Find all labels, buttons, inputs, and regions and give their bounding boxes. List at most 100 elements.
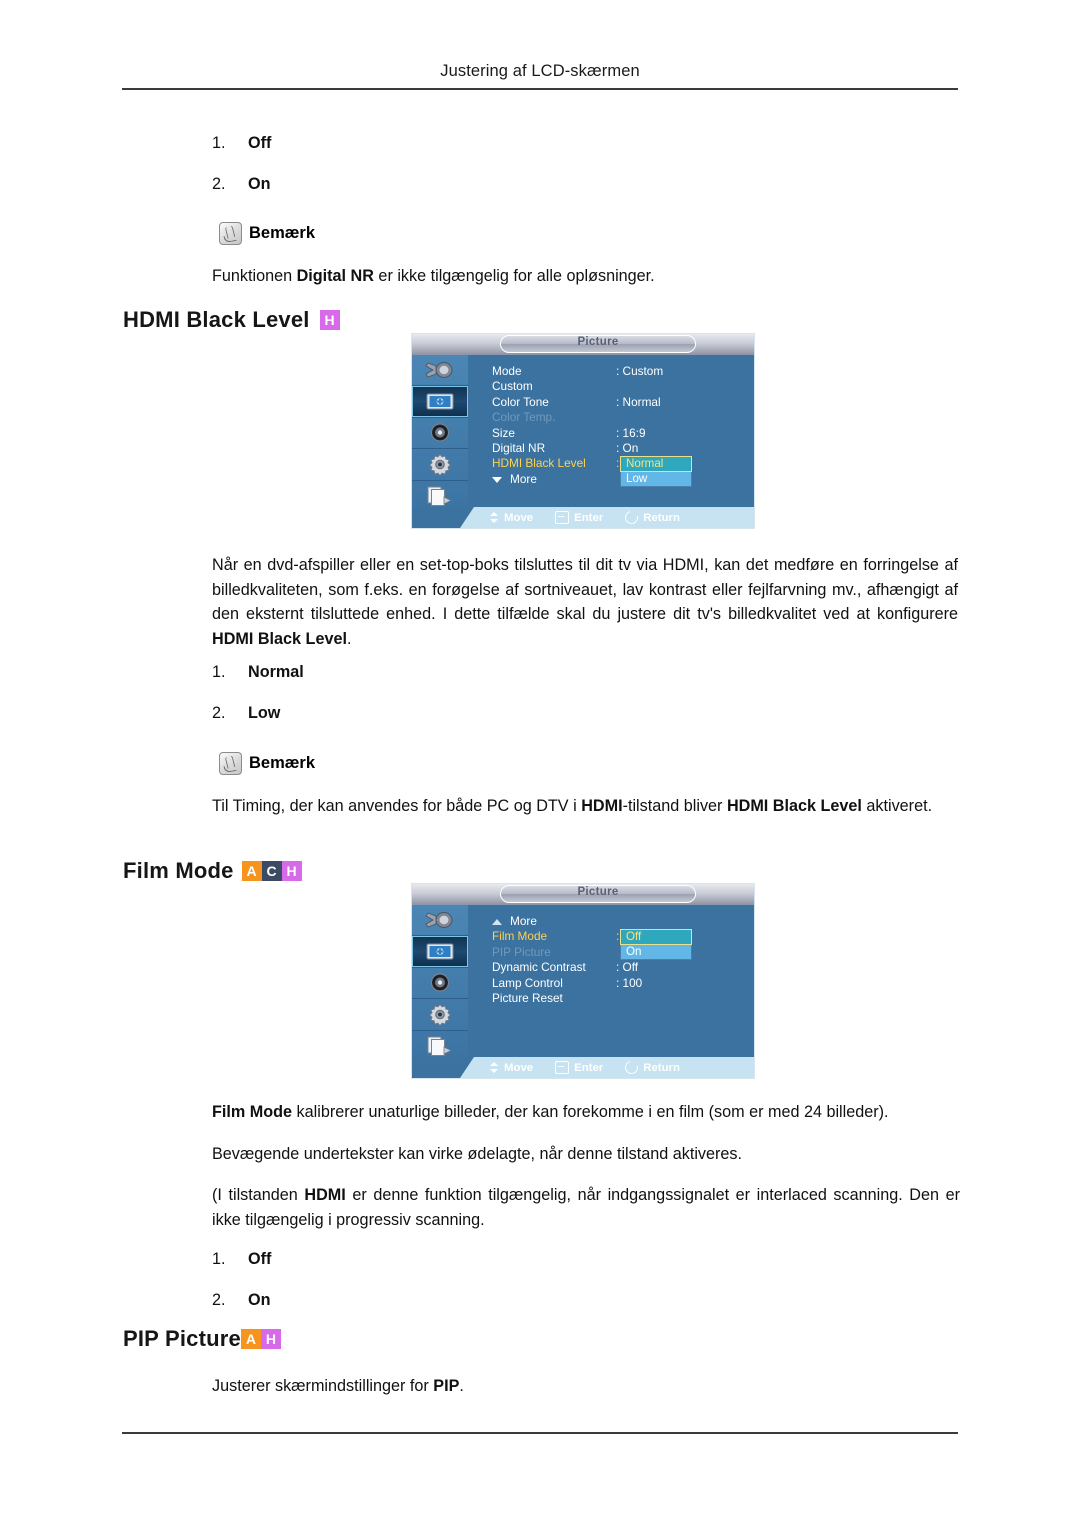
heading-text: PIP Picture <box>123 1326 241 1351</box>
osd-footer-move[interactable]: Move <box>490 512 533 524</box>
list-item-number: 2. <box>212 1291 226 1309</box>
osd-footer-enter[interactable]: Enter <box>555 511 603 524</box>
header-divider <box>122 88 958 90</box>
osd-footer-return[interactable]: Return <box>622 1058 680 1077</box>
list-item: 2. Low <box>212 701 304 725</box>
osd-row[interactable]: Custom <box>492 379 754 394</box>
osd-row-label: Color Temp. <box>492 410 556 425</box>
osd-title: Picture <box>577 336 619 348</box>
badge-a-icon: A <box>240 1329 261 1349</box>
osd-footer-items: Move Enter Return <box>490 1057 680 1078</box>
osd-row-label: Mode <box>492 364 522 378</box>
enter-icon <box>555 511 570 524</box>
osd-sidebar-item-setup[interactable] <box>412 449 468 481</box>
badge-a-icon: A <box>241 861 262 881</box>
pip-description-paragraph: Justerer skærmindstillinger for PIP. <box>212 1374 960 1399</box>
osd-footer: Move Enter Return <box>412 1057 754 1078</box>
move-icon <box>490 512 499 523</box>
badge-h-icon: H <box>260 1329 281 1349</box>
note-body-bold: Digital NR <box>296 267 374 285</box>
list-item-number: 2. <box>212 175 226 193</box>
paragraph-pre: Justerer skærmindstillinger for <box>212 1377 434 1395</box>
list-item-number: 1. <box>212 1250 226 1268</box>
list-item-label: Low <box>248 704 281 722</box>
osd-row[interactable]: Lamp Control : 100 <box>492 976 754 991</box>
list-item-label: Normal <box>248 663 304 681</box>
heading-badges: A H <box>240 1329 281 1349</box>
osd-picture-menu-film: Picture More Film Mode: PIP Picture Dyn… <box>412 884 754 1078</box>
osd-row-more[interactable]: More <box>492 914 754 929</box>
badge-h-icon: H <box>319 310 340 330</box>
note-hand-icon <box>219 222 242 245</box>
heading-text: HDMI Black Level <box>123 307 310 332</box>
osd-title: Picture <box>577 886 619 898</box>
osd-row-label: Lamp Control <box>492 975 563 990</box>
osd-row[interactable]: Color Tone : Normal <box>492 395 754 410</box>
paragraph-bold: HDMI <box>304 1186 346 1204</box>
return-icon <box>622 508 641 527</box>
list-item-number: 2. <box>212 704 226 722</box>
list-item-label: Off <box>248 134 272 152</box>
osd-row[interactable]: Mode : Custom <box>492 364 754 379</box>
multi-control-icon <box>427 1036 452 1056</box>
osd-dropdown-option[interactable]: Low <box>620 472 692 487</box>
osd-row-value: : 100 <box>616 975 643 990</box>
osd-row[interactable]: Dynamic Contrast : Off <box>492 960 754 975</box>
osd-row-value: : On <box>616 440 639 455</box>
footer-divider <box>122 1432 958 1434</box>
chevron-down-icon <box>492 476 502 483</box>
note-title: Bemærk <box>249 224 316 242</box>
note-hand-icon <box>219 752 242 775</box>
heading-text: Film Mode <box>123 858 234 883</box>
note-title: Bemærk <box>249 754 316 772</box>
osd-sidebar-item-picture[interactable] <box>412 936 468 968</box>
note-heading-2: Bemærk <box>219 752 315 775</box>
list-item: 1. Off <box>212 1247 271 1271</box>
badge-c-icon: C <box>261 861 282 881</box>
osd-dropdown-option-selected[interactable]: Off <box>620 929 692 945</box>
osd-row[interactable]: Picture Reset <box>492 991 754 1006</box>
osd-row[interactable]: Digital NR : On <box>492 441 754 456</box>
list-item-number: 1. <box>212 663 226 681</box>
osd-footer-label: Return <box>643 1061 680 1074</box>
osd-row-value: : Normal <box>616 394 661 409</box>
osd-row-label: Color Tone <box>492 394 549 409</box>
note-body-post: aktiveret. <box>861 797 933 815</box>
osd-footer-return[interactable]: Return <box>622 508 680 527</box>
osd-row-list: More Film Mode : PIP Picture Dynamic Con… <box>492 914 754 1006</box>
osd-dropdown-film-mode[interactable]: Off On <box>620 929 692 960</box>
osd-sidebar-item-input[interactable] <box>412 905 468 937</box>
osd-dropdown-option[interactable]: On <box>620 945 692 960</box>
osd-footer-enter[interactable]: Enter <box>555 1061 603 1074</box>
osd-row-label: Digital NR <box>492 440 546 455</box>
osd-footer: Move Enter Return <box>412 507 754 528</box>
osd-dropdown-hdmi-black-level[interactable]: Normal Low <box>620 456 692 487</box>
film-description-paragraph-2: Bevægende undertekster kan virke ødelagt… <box>212 1145 742 1163</box>
list-item-number: 1. <box>212 134 226 152</box>
osd-sidebar-item-input[interactable] <box>412 355 468 387</box>
osd-row-value: : Off <box>616 960 639 975</box>
osd-row-value: : Custom <box>616 364 664 378</box>
paragraph-text: kalibrerer unaturlige billeder, der kan … <box>292 1103 889 1121</box>
osd-sidebar-item-sound[interactable] <box>412 968 468 1000</box>
osd-row-value: : 16:9 <box>616 425 646 440</box>
list-item-label: Off <box>248 1250 272 1268</box>
osd-row-label: HDMI Black Level <box>492 456 586 471</box>
paragraph-end: . <box>346 629 352 648</box>
input-source-icon <box>425 361 453 378</box>
osd-dropdown-option-selected[interactable]: Normal <box>620 456 692 472</box>
osd-footer-move[interactable]: Move <box>490 1062 533 1074</box>
osd-row-label-more: More <box>492 914 616 929</box>
osd-footer-label: Move <box>504 511 534 524</box>
list-item-label: On <box>248 1291 271 1309</box>
osd-sidebar-item-sound[interactable] <box>412 418 468 450</box>
note-body-mid: -tilstand bliver <box>622 797 727 815</box>
osd-sidebar-item-setup[interactable] <box>412 999 468 1031</box>
sound-speaker-icon <box>430 973 450 993</box>
running-header: Justering af LCD-skærmen <box>440 62 640 80</box>
osd-row-label: Custom <box>492 379 533 394</box>
note-1-body: Funktionen Digital NR er ikke tilgængeli… <box>212 264 958 289</box>
osd-row[interactable]: Size : 16:9 <box>492 426 754 441</box>
osd-sidebar-item-picture[interactable] <box>412 386 468 418</box>
list-item-label: On <box>248 175 271 193</box>
